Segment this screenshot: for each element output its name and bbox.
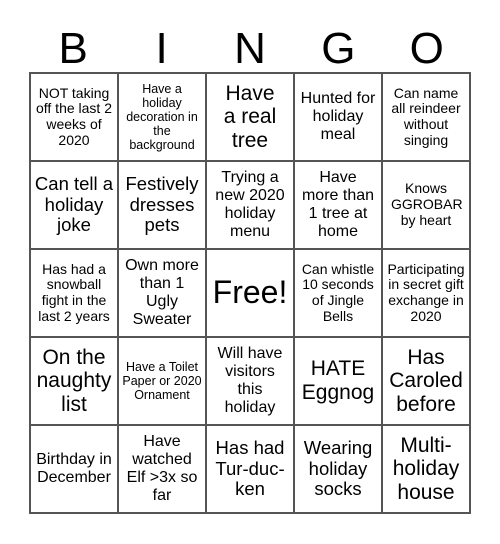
- bingo-cell[interactable]: Can whistle 10 seconds of Jingle Bells: [294, 249, 382, 337]
- bingo-cell[interactable]: Festively dresses pets: [118, 161, 206, 249]
- cell-text: Wearing holiday socks: [303, 436, 373, 500]
- bingo-cell[interactable]: On the naughty list: [30, 337, 118, 425]
- bingo-cell[interactable]: Have a holiday decoration in the backgro…: [118, 73, 206, 161]
- bingo-cell[interactable]: Participating in secret gift exchange in…: [382, 249, 470, 337]
- cell-text: Participating in secret gift exchange in…: [387, 260, 465, 324]
- cell-text: HATE Eggnog: [301, 357, 375, 404]
- free-space-text: Free!: [212, 274, 288, 311]
- cell-text: Has had a snowball fight in the last 2 y…: [38, 260, 110, 324]
- bingo-cell[interactable]: NOT taking off the last 2 weeks of 2020: [30, 73, 118, 161]
- cell-text: Multi-holiday house: [392, 433, 460, 504]
- cell-text: Can tell a holiday joke: [34, 172, 114, 236]
- bingo-cell[interactable]: Have a real tree: [206, 73, 294, 161]
- bingo-cell[interactable]: Will have visitors this holiday: [206, 337, 294, 425]
- bingo-header: B I N G O: [29, 20, 471, 73]
- bingo-cell[interactable]: Have a Toilet Paper or 2020 Ornament: [118, 337, 206, 425]
- cell-text: On the naughty list: [36, 345, 112, 416]
- cell-text: Knows GGROBAR by heart: [391, 180, 463, 228]
- bingo-cell[interactable]: Can tell a holiday joke: [30, 161, 118, 249]
- bingo-card-grid: NOT taking off the last 2 weeks of 2020 …: [29, 72, 471, 514]
- cell-text: NOT taking off the last 2 weeks of 2020: [35, 84, 112, 148]
- cell-text: Can whistle 10 seconds of Jingle Bells: [301, 260, 375, 324]
- cell-text: Have a holiday decoration in the backgro…: [126, 82, 198, 152]
- bingo-cell[interactable]: Wearing holiday socks: [294, 425, 382, 513]
- cell-text: Trying a new 2020 holiday menu: [215, 169, 285, 240]
- bingo-cell[interactable]: Own more than 1 Ugly Sweater: [118, 249, 206, 337]
- cell-text: Will have visitors this holiday: [217, 345, 283, 416]
- cell-text: Has Caroled before: [389, 345, 463, 416]
- cell-text: Can name all reindeer without singing: [391, 84, 461, 148]
- bingo-cell[interactable]: Has had a snowball fight in the last 2 y…: [30, 249, 118, 337]
- free-space-cell[interactable]: Free!: [206, 249, 294, 337]
- bingo-cell[interactable]: Can name all reindeer without singing: [382, 73, 470, 161]
- bingo-cell[interactable]: Hunted for holiday meal: [294, 73, 382, 161]
- cell-text: Own more than 1 Ugly Sweater: [125, 257, 199, 328]
- header-letter-g: G: [321, 24, 356, 73]
- header-letter-i: I: [155, 24, 168, 73]
- bingo-cell[interactable]: Multi-holiday house: [382, 425, 470, 513]
- bingo-cell[interactable]: Have watched Elf >3x so far: [118, 425, 206, 513]
- header-letter-b: B: [58, 24, 88, 73]
- bingo-cell[interactable]: Trying a new 2020 holiday menu: [206, 161, 294, 249]
- cell-text: Have a Toilet Paper or 2020 Ornament: [122, 360, 202, 402]
- cell-text: Has had Tur-duc-ken: [215, 436, 285, 500]
- bingo-cell[interactable]: Birthday in December: [30, 425, 118, 513]
- header-letter-n: N: [234, 24, 266, 73]
- cell-text: Have more than 1 tree at home: [301, 169, 375, 240]
- bingo-cell[interactable]: Knows GGROBAR by heart: [382, 161, 470, 249]
- cell-text: Have a real tree: [223, 81, 277, 152]
- bingo-cell[interactable]: HATE Eggnog: [294, 337, 382, 425]
- bingo-cell[interactable]: Has Caroled before: [382, 337, 470, 425]
- cell-text: Birthday in December: [36, 451, 112, 486]
- cell-text: Hunted for holiday meal: [300, 90, 376, 143]
- bingo-cell[interactable]: Have more than 1 tree at home: [294, 161, 382, 249]
- cell-text: Have watched Elf >3x so far: [126, 433, 198, 504]
- header-letter-o: O: [409, 24, 444, 73]
- bingo-cell[interactable]: Has had Tur-duc-ken: [206, 425, 294, 513]
- cell-text: Festively dresses pets: [125, 172, 199, 236]
